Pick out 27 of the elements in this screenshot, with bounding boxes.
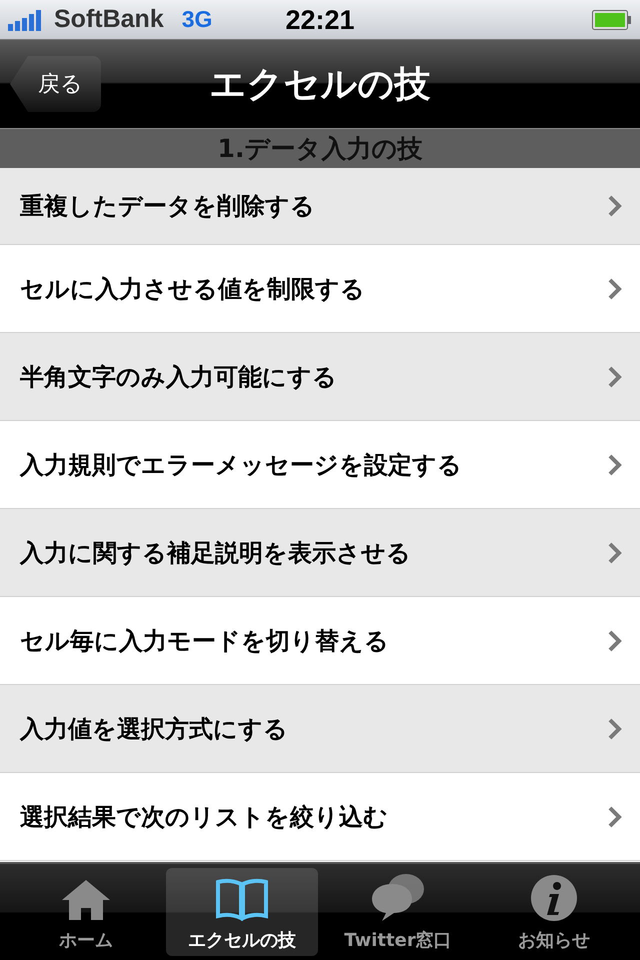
chevron-icon	[608, 542, 622, 564]
back-button[interactable]: 戻る	[10, 56, 101, 112]
tab-item[interactable]: Twitter窓口	[322, 868, 474, 956]
chevron-icon	[608, 718, 622, 740]
chevron-icon	[608, 195, 622, 217]
clock-time: 22:21	[284, 5, 356, 36]
section-header: 1.データ入力の技	[218, 133, 422, 165]
chevron-icon	[608, 278, 622, 300]
speech-bubbles-icon	[370, 872, 426, 922]
tab-item[interactable]: お知らせ	[478, 868, 630, 956]
chevron-icon	[608, 630, 622, 652]
list-item[interactable]: 半角文字のみ入力可能にする	[0, 333, 640, 421]
battery-icon	[592, 10, 632, 30]
chevron-icon	[608, 806, 622, 828]
list-item[interactable]: 入力に関する補足説明を表示させる	[0, 509, 640, 597]
list-item[interactable]: 入力値を選択方式にする	[0, 685, 640, 773]
network-type: 3G	[182, 6, 212, 33]
info-icon	[530, 874, 578, 922]
home-icon	[60, 878, 112, 922]
tab-item[interactable]: ホーム	[10, 868, 162, 956]
tab-item[interactable]: エクセルの技	[166, 868, 318, 956]
list-item[interactable]: 重複したデータを削除する	[0, 168, 640, 245]
chevron-icon	[608, 454, 622, 476]
carrier-name: SoftBank	[54, 5, 164, 34]
book-icon	[214, 878, 270, 922]
nav-title: エクセルの技	[208, 63, 432, 107]
chevron-icon	[608, 366, 622, 388]
